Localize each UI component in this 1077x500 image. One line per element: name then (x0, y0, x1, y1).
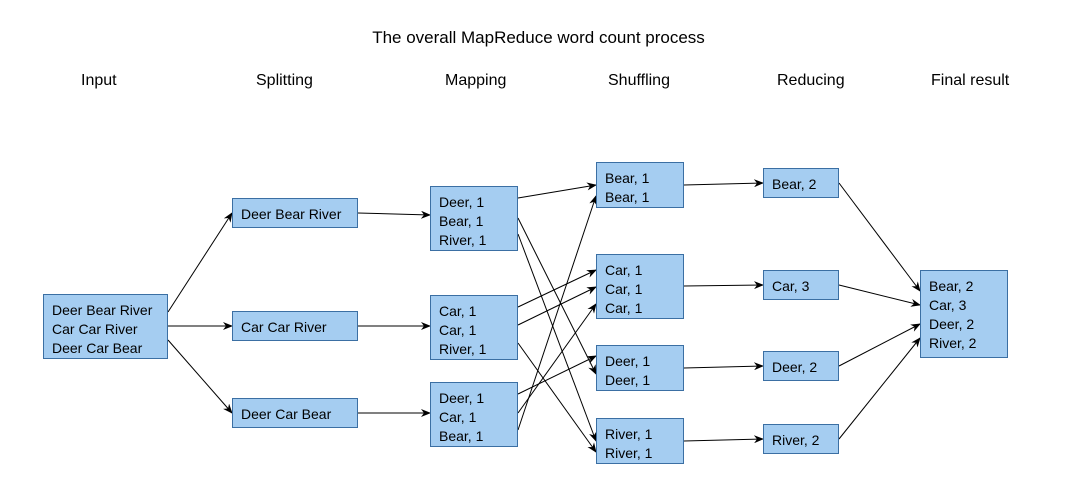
header-mapping: Mapping (445, 72, 506, 90)
box-line: River, 1 (439, 340, 509, 359)
box-line: Deer Bear River (52, 301, 159, 320)
map-box-2: Deer, 1Car, 1Bear, 1 (430, 382, 518, 447)
arrow (839, 338, 920, 439)
box-line: Car Car River (52, 320, 159, 339)
arrow (518, 185, 596, 198)
box-line: Deer, 1 (605, 371, 675, 390)
header-splitting: Splitting (256, 72, 313, 90)
split-box-0: Deer Bear River (232, 198, 358, 228)
shuffle-box-3: River, 1River, 1 (596, 418, 684, 464)
box-line: Bear, 1 (439, 212, 509, 231)
box-line: Car, 1 (439, 302, 509, 321)
box-line: Car, 1 (605, 299, 675, 318)
header-reducing: Reducing (777, 72, 845, 90)
arrow (358, 213, 430, 215)
box-line: Deer, 1 (439, 193, 509, 212)
arrow (839, 183, 920, 291)
final-box: Bear, 2Car, 3Deer, 2River, 2 (920, 270, 1008, 358)
arrow (168, 213, 232, 312)
box-line: River, 2 (929, 334, 999, 353)
header-input: Input (81, 72, 117, 90)
shuffle-box-0: Bear, 1Bear, 1 (596, 162, 684, 208)
box-line: Car, 1 (605, 261, 675, 280)
arrow (518, 196, 596, 430)
arrow-layer (0, 0, 1077, 500)
split-box-1: Car Car River (232, 311, 358, 341)
arrow (518, 343, 596, 452)
shuffle-box-2: Deer, 1Deer, 1 (596, 345, 684, 391)
box-line: Car, 1 (605, 280, 675, 299)
box-line: Bear, 1 (439, 427, 509, 446)
diagram-stage: The overall MapReduce word count process… (0, 0, 1077, 500)
box-line: Deer, 1 (439, 389, 509, 408)
box-line: River, 1 (439, 231, 509, 250)
arrow (518, 287, 596, 325)
split-box-2: Deer Car Bear (232, 398, 358, 428)
box-line: River, 1 (605, 425, 675, 444)
header-final: Final result (931, 72, 1009, 90)
box-line: Deer, 2 (929, 315, 999, 334)
box-line: Car, 1 (439, 321, 509, 340)
box-line: River, 1 (605, 444, 675, 463)
arrow (684, 285, 763, 286)
map-box-0: Deer, 1Bear, 1River, 1 (430, 186, 518, 251)
arrow (518, 234, 596, 441)
diagram-title: The overall MapReduce word count process (0, 28, 1077, 48)
arrow (518, 270, 596, 307)
arrow (684, 183, 763, 185)
shuffle-box-1: Car, 1Car, 1Car, 1 (596, 254, 684, 319)
box-line: Bear, 1 (605, 188, 675, 207)
reduce-box-0: Bear, 2 (763, 168, 839, 198)
box-line: Deer, 1 (605, 352, 675, 371)
box-line: Car, 3 (929, 296, 999, 315)
arrow (684, 439, 763, 441)
arrow (518, 218, 596, 374)
box-line: Bear, 1 (605, 169, 675, 188)
arrow (839, 285, 920, 305)
box-line: Car, 1 (439, 408, 509, 427)
box-line: Deer Car Bear (52, 339, 159, 358)
arrow (518, 304, 596, 413)
arrow (684, 366, 763, 368)
map-box-1: Car, 1Car, 1River, 1 (430, 295, 518, 360)
arrow (168, 340, 232, 413)
header-shuffling: Shuffling (608, 72, 670, 90)
arrow (518, 356, 596, 394)
box-line: Bear, 2 (929, 277, 999, 296)
input-box: Deer Bear RiverCar Car RiverDeer Car Bea… (43, 294, 168, 359)
reduce-box-1: Car, 3 (763, 270, 839, 300)
reduce-box-3: River, 2 (763, 424, 839, 454)
arrow (839, 324, 920, 366)
reduce-box-2: Deer, 2 (763, 351, 839, 381)
